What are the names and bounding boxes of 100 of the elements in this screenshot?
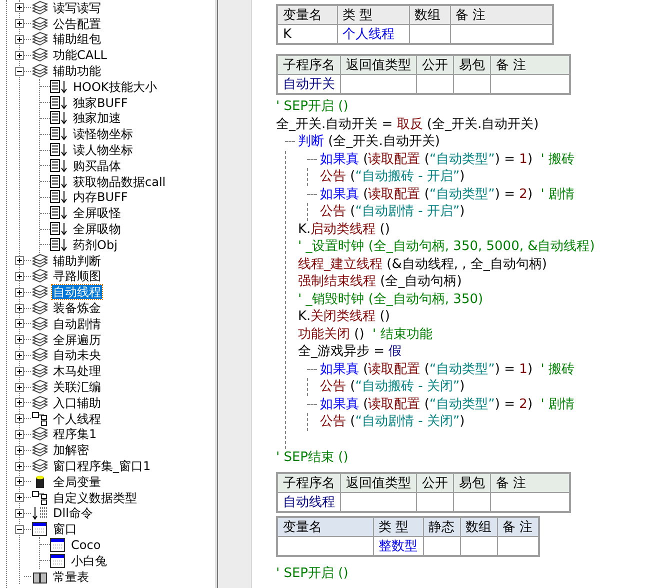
- tree-item[interactable]: 内存BUFF: [72, 190, 129, 204]
- table-cell: K: [277, 24, 337, 44]
- table-header-cell: 备 注: [497, 517, 539, 536]
- tree-item[interactable]: 加解密: [52, 443, 90, 458]
- expand-toggle[interactable]: [15, 272, 24, 281]
- expand-toggle[interactable]: [15, 366, 24, 376]
- expand-toggle[interactable]: [15, 414, 24, 424]
- book-stack-icon: [32, 348, 48, 362]
- table-header-cell: 公开: [416, 55, 454, 74]
- tree-item[interactable]: 全局变量: [52, 474, 102, 489]
- tree-item[interactable]: 木马处理: [52, 364, 102, 378]
- tree-item[interactable]: Dll命令: [52, 506, 94, 520]
- code-line: 如果真 (读取配置 (“自动类型”) = 1) ' 搬砖: [320, 360, 574, 378]
- expand-toggle[interactable]: [15, 34, 24, 44]
- document-arrow-icon: [50, 206, 68, 220]
- tree-item[interactable]: 全屏遍历: [52, 332, 102, 347]
- arrow-list-icon: [32, 506, 48, 520]
- book-stack-icon: [32, 364, 48, 378]
- document-arrow-icon: [50, 222, 68, 236]
- table-header-cell: 子程序名: [277, 473, 340, 492]
- tree-item[interactable]: 寻路顺图: [52, 269, 102, 284]
- expand-toggle[interactable]: [15, 382, 24, 392]
- tree-item[interactable]: 常量表: [52, 570, 90, 584]
- table-header-cell: 公开: [416, 473, 454, 492]
- expand-toggle[interactable]: [15, 508, 24, 518]
- expand-toggle[interactable]: [15, 256, 24, 266]
- code-line: 线程_建立线程 (&自动线程, , 全_自动句柄): [298, 256, 548, 273]
- book-stack-icon: [32, 48, 48, 62]
- table-header-cell: 数组: [460, 517, 497, 536]
- document-arrow-icon: [50, 96, 68, 110]
- tree-item[interactable]: 全屏吸怪: [72, 206, 122, 220]
- expand-toggle[interactable]: [15, 398, 24, 408]
- code-line: 判断 (全_开关.自动开关): [298, 133, 440, 150]
- tree-item[interactable]: 读怪物坐标: [72, 127, 134, 142]
- tree-item[interactable]: 辅助组包: [52, 32, 102, 46]
- tree-item[interactable]: 自动剧情: [52, 316, 102, 331]
- tree-item[interactable]: HOOK技能大小: [72, 80, 158, 94]
- tree-item[interactable]: 读写读写: [52, 0, 102, 15]
- document-arrow-icon: [50, 174, 68, 189]
- table-cell: 自动线程: [277, 492, 340, 512]
- window-icon: [50, 538, 66, 552]
- cylinders-icon: [32, 570, 48, 584]
- expand-toggle[interactable]: [15, 50, 24, 60]
- expand-toggle[interactable]: [15, 477, 24, 486]
- table-cell: 自动开关: [277, 74, 340, 94]
- tree-item[interactable]: 关联汇编: [52, 380, 102, 394]
- tree-item[interactable]: 获取物品数据call: [72, 174, 167, 189]
- tree-item[interactable]: 自动未央: [52, 348, 102, 362]
- tree-item[interactable]: 全屏吸物: [72, 222, 122, 236]
- tree-item[interactable]: 窗口程序集_窗口1: [52, 459, 152, 473]
- tree-item[interactable]: 装备炼金: [52, 301, 102, 316]
- table-header-cell: 变量名: [277, 517, 373, 536]
- expand-toggle[interactable]: [15, 3, 24, 12]
- table-header-cell: 变量名: [277, 5, 337, 24]
- document-arrow-icon: [50, 127, 68, 142]
- code-line: 公告 (“自动搬砖 - 开启”): [320, 168, 466, 186]
- table-header-cell: 数组: [409, 5, 450, 24]
- code-line: ' SEP开启 (): [276, 98, 350, 116]
- table-header-cell: 类 型: [373, 517, 423, 536]
- tree-item[interactable]: 程序集1: [52, 427, 98, 442]
- expand-toggle[interactable]: [15, 524, 24, 534]
- expand-toggle[interactable]: [15, 446, 24, 455]
- expand-toggle[interactable]: [15, 19, 24, 28]
- tree-item[interactable]: 窗口: [52, 522, 78, 536]
- book-stack-icon: [32, 443, 48, 458]
- code-line: ' SEP结束 (): [276, 448, 350, 466]
- expand-toggle[interactable]: [15, 430, 24, 439]
- table-header-cell: 类 型: [337, 5, 409, 24]
- code-line: 强制结束线程 (全_自动句柄): [298, 273, 463, 290]
- expand-toggle[interactable]: [15, 493, 24, 502]
- tree-item[interactable]: 药剂Obj: [72, 238, 118, 252]
- tree-item[interactable]: 公告配置: [52, 16, 102, 31]
- tree-item[interactable]: 购买晶体: [72, 158, 122, 173]
- code-line: 公告 (“自动搬砖 - 关闭”): [320, 378, 466, 396]
- expand-toggle[interactable]: [15, 350, 24, 360]
- table-header-cell: 静态: [423, 517, 460, 536]
- book-stack-icon: [32, 316, 48, 331]
- tree-item[interactable]: 辅助功能: [52, 64, 102, 78]
- expand-toggle[interactable]: [15, 304, 24, 313]
- expand-toggle[interactable]: [15, 335, 24, 344]
- book-stack-icon: [32, 380, 48, 394]
- table-cell: 个人线程: [337, 24, 409, 44]
- tree-item[interactable]: 个人线程: [52, 412, 102, 426]
- tree-item[interactable]: 入口辅助: [52, 396, 102, 410]
- tree-item[interactable]: 小白兔: [70, 554, 108, 568]
- tree-item[interactable]: 独家加速: [72, 111, 122, 126]
- code-line: 公告 (“自动剧情 - 开启”): [320, 203, 466, 220]
- tree-item[interactable]: 辅助判断: [52, 254, 102, 268]
- book-stack-icon: [32, 16, 48, 31]
- tree-item[interactable]: 功能CALL: [52, 48, 108, 62]
- document-arrow-icon: [50, 143, 68, 158]
- expand-toggle[interactable]: [15, 319, 24, 328]
- tree-item[interactable]: 独家BUFF: [72, 96, 129, 110]
- tree-item[interactable]: 读人物坐标: [72, 143, 134, 158]
- expand-toggle[interactable]: [15, 288, 24, 297]
- expand-toggle[interactable]: [15, 66, 24, 76]
- expand-toggle[interactable]: [15, 462, 24, 470]
- tree-item[interactable]: 自动线程: [52, 285, 102, 300]
- tree-item[interactable]: 自定义数据类型: [52, 490, 138, 505]
- tree-item[interactable]: Coco: [70, 538, 102, 552]
